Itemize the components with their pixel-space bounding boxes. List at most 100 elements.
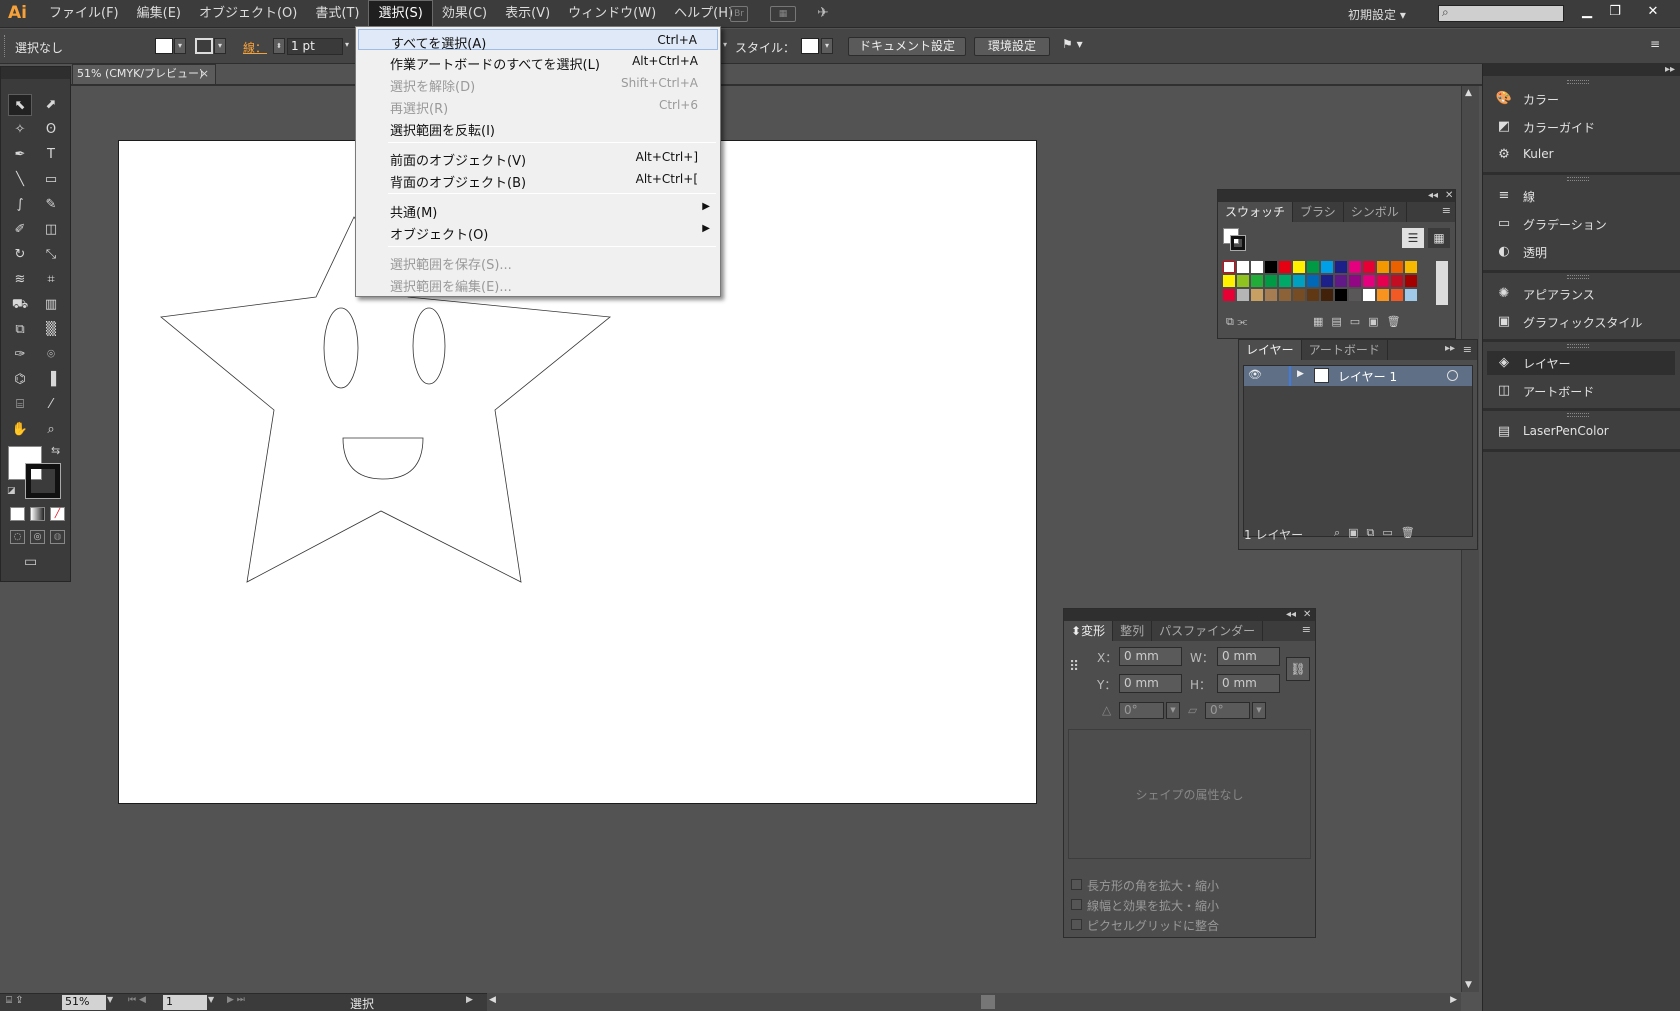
transform-menu-icon[interactable]: ≡ — [1302, 623, 1311, 636]
menu-item-object[interactable]: オブジェクト(O) ▶ — [358, 221, 718, 243]
graph-tool-icon[interactable]: ▐ — [39, 369, 63, 391]
hand-tool-icon[interactable]: ✋ — [8, 419, 32, 441]
stroke-dropdown[interactable]: ▾ — [214, 38, 226, 54]
close-panel-icon[interactable]: ✕ — [1303, 609, 1311, 621]
tab-brushes[interactable]: ブラシ — [1293, 202, 1344, 222]
draw-normal-icon[interactable]: ◌ — [10, 530, 25, 544]
menu-window[interactable]: ウィンドウ(W) — [559, 0, 665, 28]
menu-item-next-object-above[interactable]: 前面のオブジェクト(V) Alt+Ctrl+] — [358, 147, 718, 169]
draw-inside-icon[interactable]: ◍ — [50, 530, 65, 544]
menu-file[interactable]: ファイル(F) — [40, 0, 128, 28]
swatch-cell[interactable] — [1223, 261, 1235, 273]
shape-builder-tool-icon[interactable]: ⛟ — [8, 294, 32, 316]
dock-color[interactable]: 🎨 カラー — [1487, 87, 1675, 111]
swatch-cell[interactable] — [1405, 275, 1417, 287]
gradient-mode-icon[interactable] — [30, 507, 45, 521]
menu-item-next-object-below[interactable]: 背面のオブジェクト(B) Alt+Ctrl+[ — [358, 169, 718, 191]
swatches-panel-header[interactable]: ◂◂ ✕ — [1218, 190, 1455, 202]
swatch-cell[interactable] — [1335, 275, 1347, 287]
stroke-swatch[interactable] — [195, 38, 213, 54]
menu-item-edit-selection[interactable]: 選択範囲を編集(E)... — [358, 273, 718, 295]
preferences-button[interactable]: 環境設定 — [974, 37, 1050, 56]
stroke-weight-stepper[interactable]: ⬍ — [273, 38, 285, 54]
document-settings-button[interactable]: ドキュメント設定 — [848, 37, 966, 56]
h-field[interactable]: 0 mm — [1217, 674, 1280, 693]
swatch-cell[interactable] — [1391, 261, 1403, 273]
layer-row[interactable]: 👁 ▶ レイヤー 1 — [1244, 366, 1472, 386]
swatch-cell[interactable] — [1363, 289, 1375, 301]
menu-item-select-all[interactable]: すべてを選択(A) Ctrl+A — [358, 29, 718, 52]
dock-color-guide[interactable]: ◩ カラーガイド — [1487, 115, 1675, 139]
rotate-dropdown-icon[interactable]: ▼ — [1166, 702, 1180, 719]
collapse-panel-icon[interactable]: ◂◂ — [1428, 190, 1438, 202]
dock-group-grip[interactable] — [1567, 177, 1589, 181]
w-field[interactable]: 0 mm — [1217, 647, 1280, 666]
none-mode-icon[interactable]: ╱ — [50, 507, 65, 521]
swatch-cell[interactable] — [1349, 289, 1361, 301]
swatches-menu-icon[interactable]: ≡ — [1442, 204, 1451, 217]
swatch-cell[interactable] — [1377, 289, 1389, 301]
gradient-tool-icon[interactable]: ▒ — [39, 319, 63, 341]
gpu-performance-icon[interactable]: ✈ — [814, 6, 832, 22]
status-icons[interactable]: ⌸ ⇪ — [6, 995, 24, 1006]
swap-fill-stroke-icon[interactable]: ⇆ — [51, 444, 60, 457]
swatch-cell[interactable] — [1335, 261, 1347, 273]
minimize-button[interactable]: ▁ — [1574, 2, 1600, 24]
dock-gradient[interactable]: ▭ グラデーション — [1487, 212, 1675, 236]
width-tool-icon[interactable]: ≋ — [8, 269, 32, 291]
y-field[interactable]: 0 mm — [1119, 674, 1182, 693]
swatch-cell[interactable] — [1391, 289, 1403, 301]
swatch-cell[interactable] — [1237, 289, 1249, 301]
scroll-left-icon[interactable]: ◀ — [489, 995, 496, 1005]
first-page-icon[interactable]: ⏮ ◀ — [128, 995, 146, 1005]
eraser-tool-icon[interactable]: ◫ — [39, 219, 63, 241]
swatch-cell[interactable] — [1307, 289, 1319, 301]
swatch-cell[interactable] — [1307, 275, 1319, 287]
stroke-weight-dropdown[interactable]: ▾ — [341, 38, 353, 54]
scroll-up-icon[interactable]: ▲ — [1465, 88, 1472, 98]
dock-group-grip[interactable] — [1567, 275, 1589, 279]
constrain-proportions-icon[interactable]: ⛓ — [1286, 657, 1310, 681]
swatch-cell[interactable] — [1265, 261, 1277, 273]
swatch-cell[interactable] — [1321, 275, 1333, 287]
menu-type[interactable]: 書式(T) — [306, 0, 368, 28]
blend-tool-icon[interactable]: ⌾ — [39, 344, 63, 366]
pen-tool-icon[interactable]: ✒ — [8, 144, 32, 166]
menu-item-inverse[interactable]: 選択範囲を反転(I) — [358, 117, 718, 139]
zoom-field[interactable]: 51% — [62, 995, 106, 1010]
shear-field[interactable]: 0° — [1205, 702, 1250, 719]
artboard-dropdown-icon[interactable]: ▼ — [208, 995, 214, 1004]
swatch-cell[interactable] — [1251, 275, 1263, 287]
status-menu-icon[interactable]: ▶ — [466, 995, 473, 1005]
layer-target-icon[interactable] — [1447, 370, 1458, 381]
reference-point-icon[interactable]: ⠿ — [1069, 659, 1079, 675]
horizontal-scroll-thumb[interactable] — [981, 995, 995, 1009]
shear-dropdown-icon[interactable]: ▼ — [1252, 702, 1266, 719]
swatch-cell[interactable] — [1293, 275, 1305, 287]
menu-item-select-all-artboard[interactable]: 作業アートボードのすべてを選択(L) Alt+Ctrl+A — [358, 51, 718, 73]
fill-dropdown[interactable]: ▾ — [174, 38, 186, 54]
tab-artboards[interactable]: アートボード — [1302, 340, 1388, 360]
restore-button[interactable]: ❐ — [1602, 2, 1628, 24]
arrange-documents-icon[interactable]: ▦ — [770, 6, 796, 22]
scale-strokes-checkbox[interactable] — [1071, 899, 1082, 910]
dock-laserpencolor[interactable]: ▤ LaserPenColor — [1487, 420, 1675, 444]
swatch-cell[interactable] — [1321, 261, 1333, 273]
swatch-cell[interactable] — [1251, 289, 1263, 301]
zoom-dropdown-icon[interactable]: ▼ — [107, 995, 113, 1004]
tools-panel-header[interactable] — [1, 67, 70, 79]
swatch-cell[interactable] — [1223, 275, 1235, 287]
layer-name[interactable]: レイヤー 1 — [1338, 368, 1397, 385]
search-input[interactable]: ⌕ — [1438, 5, 1564, 22]
rectangle-tool-icon[interactable]: ▭ — [39, 169, 63, 191]
swatch-cell[interactable] — [1321, 289, 1333, 301]
artboard-tool-icon[interactable]: ⌸ — [8, 394, 32, 416]
swatch-cell[interactable] — [1363, 261, 1375, 273]
list-view-icon[interactable]: ☰ — [1402, 228, 1424, 248]
scale-corners-checkbox[interactable] — [1071, 879, 1082, 890]
swatch-cell[interactable] — [1279, 289, 1291, 301]
current-tool-status[interactable]: 選択 — [350, 995, 374, 1011]
swatch-cell[interactable] — [1265, 275, 1277, 287]
type-tool-icon[interactable]: T — [39, 144, 63, 166]
quick-actions-icon[interactable]: ⚑ ▾ — [1062, 37, 1083, 51]
